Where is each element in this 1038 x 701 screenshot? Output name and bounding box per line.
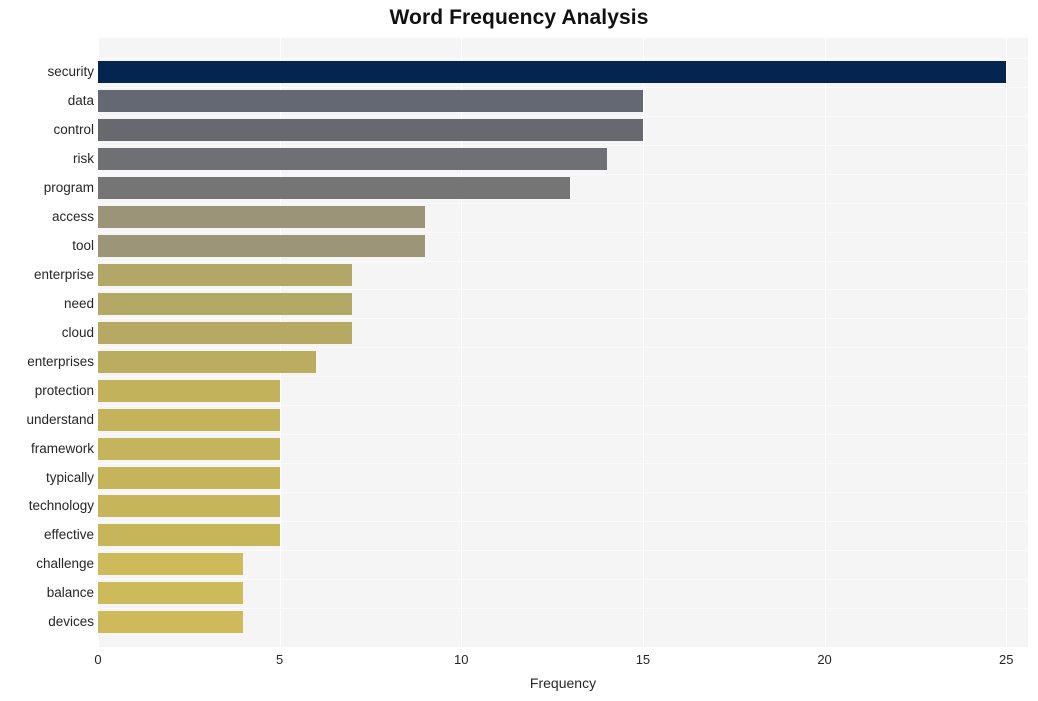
bar-understand[interactable]	[98, 408, 280, 431]
x-tick-label-5: 5	[276, 652, 284, 667]
bar-effective[interactable]	[98, 524, 280, 547]
y-tick-label-devices: devices	[48, 614, 94, 630]
band-separator	[98, 491, 1028, 493]
bar-tool[interactable]	[98, 235, 425, 258]
gridline-15	[642, 38, 644, 647]
band-separator	[98, 58, 1028, 59]
band-separator	[98, 463, 1028, 465]
band-separator	[98, 260, 1028, 262]
band-separator	[98, 376, 1028, 378]
y-tick-label-framework: framework	[30, 440, 94, 456]
x-axis: 0 5 10 15 20 25	[94, 647, 1028, 671]
y-tick-label-understand: understand	[26, 411, 94, 427]
y-tick-label-need: need	[63, 295, 94, 311]
band-separator	[98, 347, 1028, 349]
y-axis: security data control risk program access tool…	[0, 38, 94, 647]
bar-typically[interactable]	[98, 466, 280, 489]
y-tick-label-enterprise: enterprise	[33, 266, 94, 282]
y-tick-label-challenge: challenge	[36, 556, 94, 572]
plot-area	[98, 38, 1028, 647]
band-separator	[98, 173, 1028, 175]
band-separator	[98, 115, 1028, 117]
bar-enterprises[interactable]	[98, 350, 316, 373]
bar-devices[interactable]	[98, 611, 244, 634]
band-separator	[98, 231, 1028, 233]
chart-title: Word Frequency Analysis	[389, 6, 649, 29]
y-tick-label-data: data	[67, 93, 94, 109]
bar-need[interactable]	[98, 292, 353, 315]
band-separator	[98, 520, 1028, 522]
band-separator	[98, 86, 1028, 88]
x-tick-label-25: 25	[998, 652, 1014, 667]
y-tick-label-technology: technology	[28, 498, 94, 514]
x-axis-label: Frequency	[529, 675, 597, 691]
bar-balance[interactable]	[98, 582, 244, 605]
bar-risk[interactable]	[98, 148, 607, 171]
x-tick-label-10: 10	[454, 652, 469, 667]
bar-challenge[interactable]	[98, 553, 244, 576]
y-tick-label-tool: tool	[72, 238, 94, 254]
band-separator	[98, 434, 1028, 436]
bar-enterprise[interactable]	[98, 263, 353, 286]
band-separator	[98, 578, 1028, 580]
y-tick-label-protection: protection	[34, 382, 94, 398]
gridline-20	[824, 38, 826, 647]
word-frequency-chart: Word Frequency Analysis security data cont…	[0, 0, 1038, 701]
y-tick-label-effective: effective	[43, 527, 94, 543]
bar-security[interactable]	[98, 61, 1007, 84]
bar-access[interactable]	[98, 206, 425, 229]
y-tick-label-typically: typically	[45, 469, 94, 485]
band-separator	[98, 289, 1028, 291]
gridline-25	[1006, 38, 1008, 647]
x-tick-label-20: 20	[817, 652, 832, 667]
y-tick-label-security: security	[47, 64, 94, 80]
y-tick-label-enterprises: enterprises	[27, 353, 94, 369]
y-tick-label-balance: balance	[46, 585, 94, 601]
bar-cloud[interactable]	[98, 321, 353, 344]
y-tick-label-access: access	[51, 209, 94, 225]
band-separator	[98, 405, 1028, 407]
band-separator	[98, 318, 1028, 320]
y-tick-label-program: program	[43, 180, 94, 196]
x-tick-label-0: 0	[94, 652, 102, 667]
y-tick-label-risk: risk	[73, 151, 94, 167]
band-separator	[98, 144, 1028, 146]
bar-program[interactable]	[98, 177, 571, 200]
y-tick-label-cloud: cloud	[61, 324, 94, 340]
band-separator	[98, 202, 1028, 204]
bar-data[interactable]	[98, 90, 643, 113]
bar-framework[interactable]	[98, 437, 280, 460]
band-separator	[98, 549, 1028, 551]
bar-technology[interactable]	[98, 495, 280, 518]
bar-protection[interactable]	[98, 379, 280, 402]
y-tick-label-control: control	[53, 122, 94, 138]
x-tick-label-15: 15	[635, 652, 651, 667]
bar-control[interactable]	[98, 119, 643, 142]
band-separator	[98, 607, 1028, 609]
